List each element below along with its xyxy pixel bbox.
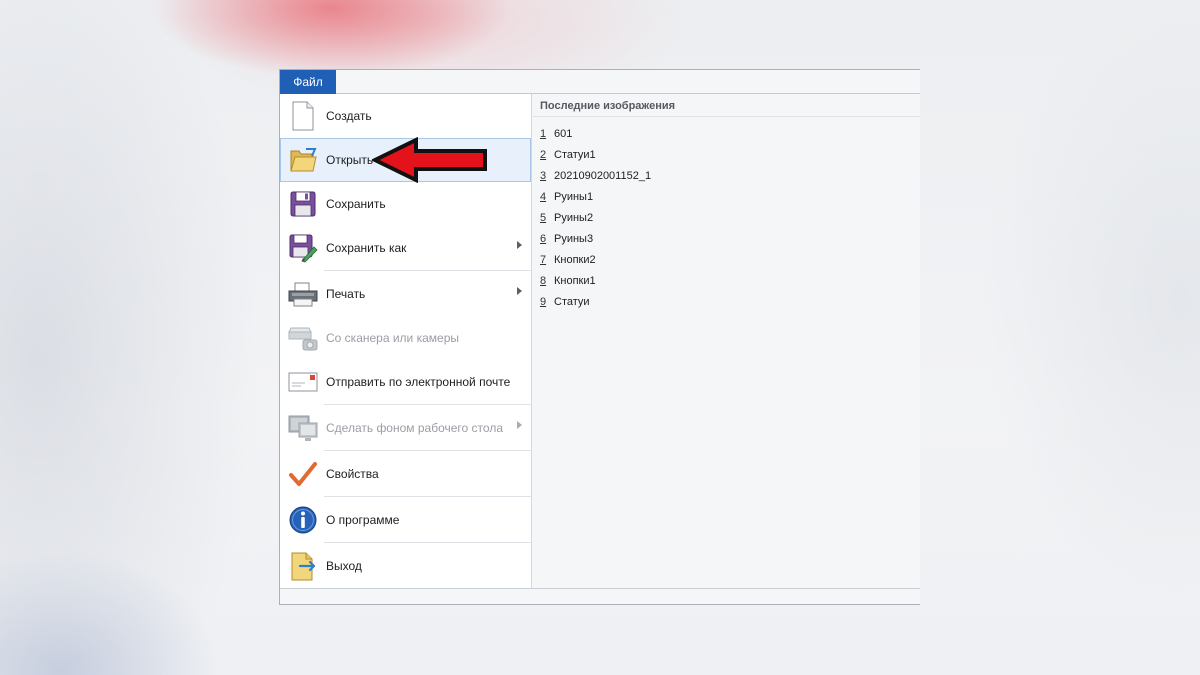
- menu-item-label: Печать: [326, 287, 366, 301]
- recent-item[interactable]: 1 601: [540, 123, 651, 144]
- info-icon: [280, 498, 326, 542]
- desktop-monitor-icon: [280, 406, 326, 450]
- menu-item-email[interactable]: Отправить по электронной почте: [280, 360, 531, 404]
- menu-item-print[interactable]: Печать: [280, 272, 531, 316]
- menu-item-label: О программе: [326, 513, 400, 527]
- menu-item-label: Свойства: [326, 467, 379, 481]
- new-document-icon: [280, 94, 326, 138]
- scanner-camera-icon: [280, 316, 326, 360]
- file-tab[interactable]: Файл: [280, 70, 336, 94]
- floppy-disk-icon: [280, 182, 326, 226]
- recent-item-number: 2: [540, 148, 547, 161]
- menu-bottom-border: [280, 588, 920, 589]
- recent-item-name: Руины1: [554, 190, 594, 203]
- recent-item-name: Статуи1: [554, 148, 596, 161]
- menu-item-about[interactable]: О программе: [280, 498, 531, 542]
- menu-item-label: Выход: [326, 559, 362, 573]
- recent-item-name: Статуи: [554, 295, 590, 308]
- recent-item[interactable]: 3 20210902001152_1: [540, 165, 651, 186]
- menu-item-save-as[interactable]: Сохранить как: [280, 226, 531, 270]
- recent-item[interactable]: 5 Руины2: [540, 207, 651, 228]
- submenu-arrow-icon: [517, 241, 522, 249]
- envelope-icon: [280, 360, 326, 404]
- recent-item-number: 4: [540, 190, 547, 203]
- menu-item-label: Сохранить: [326, 197, 386, 211]
- menu-item-label: Сохранить как: [326, 241, 407, 255]
- recent-item-number: 5: [540, 211, 547, 224]
- printer-icon: [280, 272, 326, 316]
- menu-item-label: Со сканера или камеры: [326, 331, 459, 345]
- menu-item-label: Сделать фоном рабочего стола: [326, 421, 503, 435]
- recent-item-number: 6: [540, 232, 547, 245]
- menu-item-exit[interactable]: Выход: [280, 544, 531, 588]
- recent-item[interactable]: 6 Руины3: [540, 228, 651, 249]
- recent-images-list: 1 601 2 Статуи1 3 20210902001152_1 4 Руины1 …: [540, 123, 651, 312]
- recent-item-number: 7: [540, 253, 547, 266]
- recent-item[interactable]: 7 Кнопки2: [540, 249, 651, 270]
- recent-item-name: 601: [554, 127, 573, 140]
- recent-item-name: Руины3: [554, 232, 594, 245]
- open-folder-icon: [280, 138, 326, 182]
- recent-item[interactable]: 4 Руины1: [540, 186, 651, 207]
- submenu-arrow-icon: [517, 287, 522, 295]
- submenu-arrow-icon: [517, 421, 522, 429]
- recent-item-number: 3: [540, 169, 547, 182]
- save-as-icon: [280, 226, 326, 270]
- recent-item-name: Кнопки1: [554, 274, 596, 287]
- checkmark-icon: [280, 452, 326, 496]
- menu-item-scanner[interactable]: Со сканера или камеры: [280, 316, 531, 360]
- recent-item-name: Кнопки2: [554, 253, 596, 266]
- menu-item-label: Создать: [326, 109, 372, 123]
- recent-images-panel: Последние изображения 1 601 2 Статуи1 3 202…: [533, 94, 920, 588]
- menu-item-properties[interactable]: Свойства: [280, 452, 531, 496]
- recent-item-name: Руины2: [554, 211, 594, 224]
- recent-images-title: Последние изображения: [540, 100, 676, 112]
- recent-item[interactable]: 8 Кнопки1: [540, 270, 651, 291]
- recent-title-divider: [533, 116, 920, 117]
- recent-item-name: 20210902001152_1: [554, 169, 652, 182]
- menu-item-save[interactable]: Сохранить: [280, 182, 531, 226]
- menu-item-label: Отправить по электронной почте: [326, 375, 511, 389]
- exit-document-icon: [280, 544, 326, 588]
- recent-item[interactable]: 9 Статуи: [540, 291, 651, 312]
- recent-item-number: 8: [540, 274, 547, 287]
- menu-item-create[interactable]: Создать: [280, 94, 531, 138]
- recent-item-number: 9: [540, 295, 547, 308]
- recent-item[interactable]: 2 Статуи1: [540, 144, 651, 165]
- menu-item-wallpaper[interactable]: Сделать фоном рабочего стола: [280, 406, 531, 450]
- recent-item-number: 1: [540, 127, 547, 140]
- red-arrow-annotation-icon: [372, 137, 487, 183]
